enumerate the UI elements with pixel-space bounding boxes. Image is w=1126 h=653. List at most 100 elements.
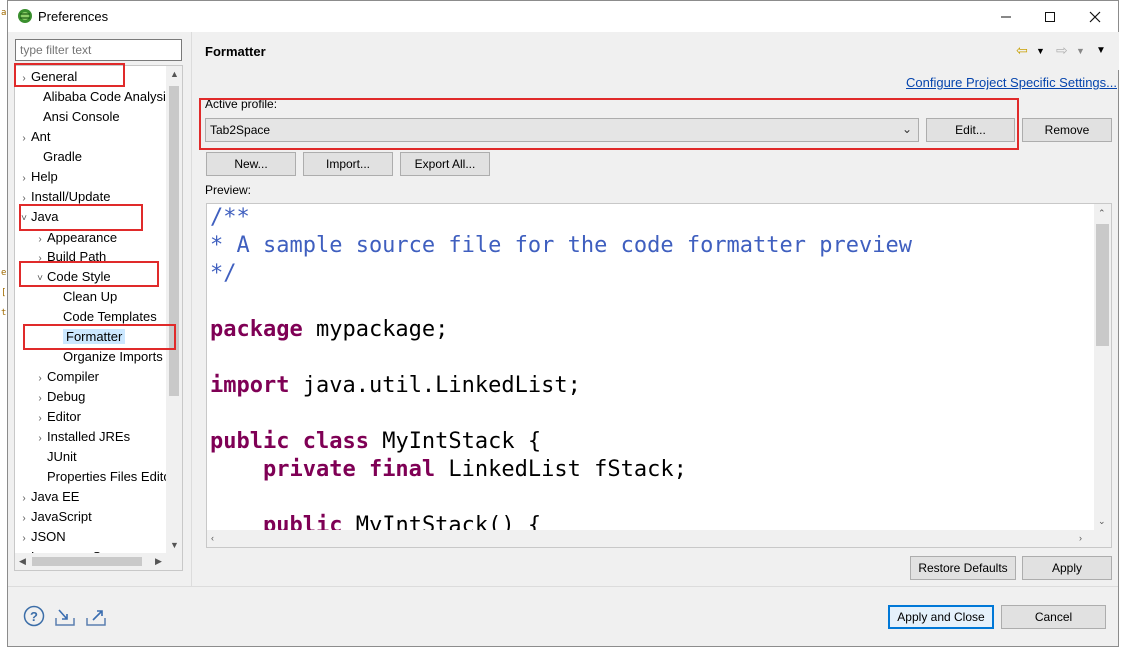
chevron-right-icon[interactable]: › — [17, 129, 31, 149]
tree-item-properties-files-editor[interactable]: Properties Files Editor — [33, 467, 175, 487]
tree-item-label: Properties Files Editor — [47, 469, 175, 484]
preview-horizontal-scrollbar[interactable]: ‹ › — [207, 530, 1111, 547]
scroll-thumb[interactable] — [1096, 224, 1109, 346]
chevron-right-icon[interactable]: › — [33, 369, 47, 389]
chevron-right-icon[interactable]: › — [17, 489, 31, 509]
export-preferences-icon[interactable] — [85, 606, 107, 628]
remove-button-label: Remove — [1044, 123, 1090, 137]
scroll-left-icon[interactable]: ◀ — [19, 556, 26, 567]
close-button[interactable] — [1072, 1, 1118, 32]
tree-item-help[interactable]: › Help — [17, 167, 57, 189]
tree-item-debug[interactable]: › Debug — [33, 387, 85, 407]
preview-vertical-scrollbar[interactable]: ⌃ ⌄ — [1094, 204, 1111, 531]
annotation-box-java — [19, 204, 143, 231]
background-glyph: e — [1, 268, 7, 278]
tree-item-gradle[interactable]: Gradle — [29, 147, 82, 167]
tree-item-label: Editor — [47, 409, 81, 424]
code-comment: */ — [210, 261, 237, 286]
tree-vertical-scrollbar[interactable]: ▲ ▼ — [166, 66, 182, 554]
tree-item-label: Compiler — [47, 369, 100, 384]
scroll-right-icon[interactable]: › — [1079, 533, 1082, 543]
code-preview[interactable]: /** * A sample source file for the code f… — [206, 203, 1112, 548]
filter-input[interactable] — [15, 39, 182, 61]
scroll-left-icon[interactable]: ‹ — [211, 533, 214, 543]
configure-project-settings-link[interactable]: Configure Project Specific Settings... — [906, 75, 1117, 90]
maximize-icon — [1045, 11, 1055, 22]
tree-item-clean-up[interactable]: Clean Up — [49, 287, 117, 307]
scroll-up-icon[interactable]: ⌃ — [1098, 208, 1106, 219]
tree-item-junit[interactable]: JUnit — [33, 447, 77, 467]
code-text: MyIntStack { — [368, 429, 542, 454]
tree-item-label: Clean Up — [63, 289, 118, 304]
minimize-button[interactable] — [983, 1, 1029, 32]
chevron-right-icon[interactable]: › — [17, 529, 31, 549]
tree-item-appearance[interactable]: › Appearance — [33, 228, 117, 248]
tree-item-alibaba-code-analysis[interactable]: Alibaba Code Analysis — [29, 87, 172, 107]
code-text: java.util.LinkedList; — [289, 373, 581, 398]
code-line: import java.util.LinkedList; — [210, 372, 912, 400]
page-title: Formatter — [205, 44, 266, 59]
title-bar[interactable]: Preferences — [8, 1, 1118, 32]
tree-item-organize-imports[interactable]: Organize Imports — [49, 347, 163, 367]
code-comment: /** — [210, 205, 250, 230]
annotation-box-code-style — [19, 261, 159, 287]
back-arrow-icon[interactable]: ⇦ — [1016, 42, 1028, 59]
view-menu-icon[interactable]: ▼ — [1096, 45, 1106, 56]
tree-item-ant[interactable]: › Ant — [17, 127, 50, 149]
code-text: mypackage; — [302, 317, 449, 342]
import-button[interactable]: Import... — [303, 152, 393, 176]
chevron-right-icon[interactable]: › — [33, 389, 47, 409]
scroll-down-icon[interactable]: ▼ — [170, 540, 179, 550]
tree-item-label: Ansi Console — [43, 109, 120, 124]
back-dropdown-icon[interactable]: ▼ — [1036, 46, 1045, 56]
scroll-down-icon[interactable]: ⌄ — [1098, 516, 1106, 527]
export-all-button-label: Export All... — [414, 157, 476, 171]
export-all-button[interactable]: Export All... — [400, 152, 490, 176]
tree-item-compiler[interactable]: › Compiler — [33, 367, 99, 387]
tree-horizontal-scrollbar[interactable]: ◀ ▶ — [15, 553, 182, 570]
tree-item-label: JavaScript — [31, 509, 92, 524]
scroll-thumb[interactable] — [32, 557, 142, 566]
background-glyph: a — [1, 8, 7, 18]
maximize-button[interactable] — [1027, 1, 1073, 32]
tree-item-label: Install/Update — [31, 189, 111, 204]
tree-item-installed-jres[interactable]: › Installed JREs — [33, 427, 130, 447]
tree-item-editor[interactable]: › Editor — [33, 407, 81, 427]
forward-arrow-icon[interactable]: ⇨ — [1056, 42, 1068, 59]
restore-defaults-button[interactable]: Restore Defaults — [910, 556, 1016, 580]
tree-item-label: Installed JREs — [47, 429, 131, 444]
scroll-right-icon[interactable]: ▶ — [155, 556, 162, 567]
tree-item-javascript[interactable]: › JavaScript — [17, 507, 92, 529]
cancel-button[interactable]: Cancel — [1001, 605, 1106, 629]
pane-divider[interactable] — [191, 32, 192, 586]
code-keyword: import — [210, 373, 290, 398]
help-icon[interactable]: ? — [23, 605, 45, 627]
code-line: /** — [210, 204, 912, 232]
code-keyword: package — [210, 317, 303, 342]
chevron-right-icon[interactable]: › — [17, 509, 31, 529]
import-preferences-icon[interactable] — [54, 606, 76, 628]
tree-item-json[interactable]: › JSON — [17, 527, 65, 549]
code-text: LinkedList fStack; — [435, 457, 687, 482]
apply-button[interactable]: Apply — [1022, 556, 1112, 580]
tree-item-java-ee[interactable]: › Java EE — [17, 487, 79, 507]
apply-and-close-button[interactable]: Apply and Close — [888, 605, 994, 629]
chevron-right-icon[interactable]: › — [33, 429, 47, 449]
restore-defaults-label: Restore Defaults — [918, 561, 1008, 575]
preferences-tree[interactable]: › General Alibaba Code Analysis Ansi Consol… — [14, 65, 183, 571]
tree-item-label: Alibaba Code Analysis — [43, 89, 173, 104]
forward-dropdown-icon[interactable]: ▼ — [1076, 46, 1085, 56]
chevron-right-icon[interactable]: › — [17, 169, 31, 189]
tree-item-label: Java EE — [31, 489, 80, 504]
code-keyword: private final — [262, 457, 436, 482]
chevron-right-icon[interactable]: › — [33, 409, 47, 429]
new-button[interactable]: New... — [206, 152, 296, 176]
tree-item-ansi-console[interactable]: Ansi Console — [29, 107, 120, 127]
tree-item-label: Appearance — [47, 230, 118, 245]
annotation-box-general — [14, 63, 125, 87]
scroll-up-icon[interactable]: ▲ — [170, 69, 179, 79]
preview-label: Preview: — [205, 183, 252, 197]
remove-button[interactable]: Remove — [1022, 118, 1112, 142]
